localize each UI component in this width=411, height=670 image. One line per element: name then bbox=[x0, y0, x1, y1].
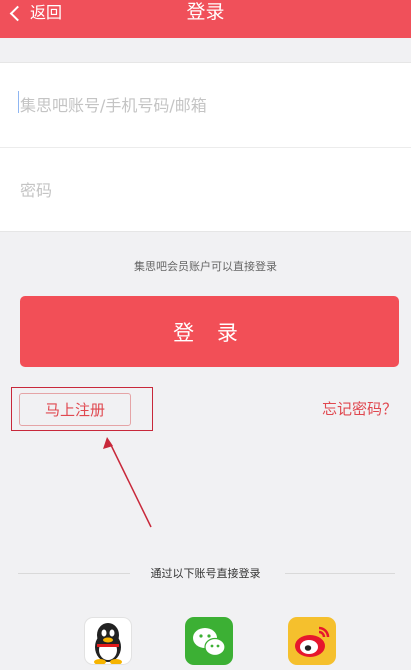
qq-icon bbox=[94, 623, 122, 664]
divider-right bbox=[285, 573, 395, 574]
qq-login-button[interactable] bbox=[84, 617, 132, 665]
wechat-icon bbox=[193, 628, 226, 657]
annotation-arrow-line bbox=[109, 442, 152, 528]
weibo-login-button[interactable] bbox=[288, 617, 336, 665]
weibo-icon bbox=[295, 626, 330, 657]
wechat-login-button[interactable] bbox=[185, 617, 233, 665]
